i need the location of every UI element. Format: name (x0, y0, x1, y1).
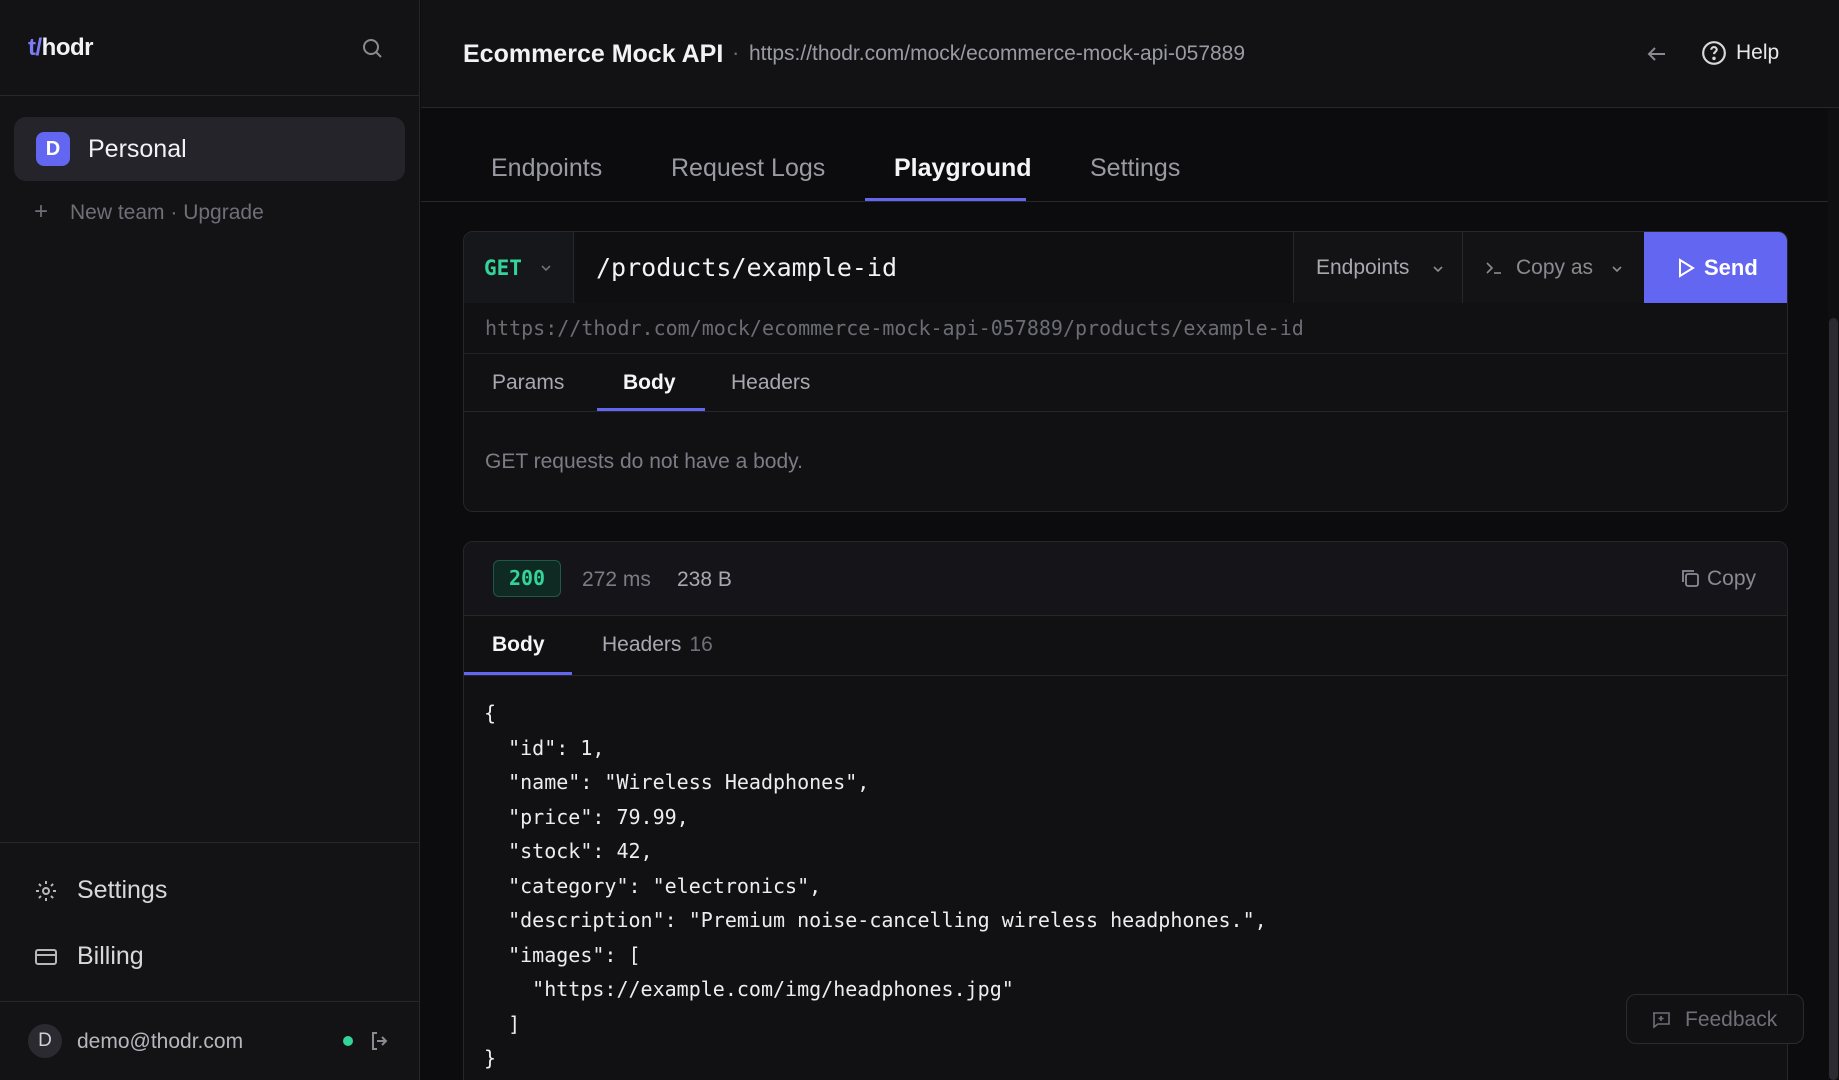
sidebar-header: t/hodr (0, 0, 419, 96)
divider (464, 411, 1787, 412)
send-button[interactable]: Send (1644, 232, 1787, 303)
help-label: Help (1736, 41, 1780, 64)
logo[interactable]: t/hodr (28, 34, 94, 62)
response-body-code: { "id": 1, "name": "Wireless Headphones"… (484, 696, 1267, 1076)
tab-playground[interactable]: Playground (894, 154, 1032, 183)
subtab-body[interactable]: Body (623, 371, 676, 395)
terminal-icon (1486, 262, 1501, 274)
copy-as-dropdown[interactable]: Copy as (1462, 232, 1644, 303)
team-selector[interactable]: D Personal (14, 117, 405, 181)
page-header: Ecommerce Mock API · https://thodr.com/m… (421, 0, 1839, 108)
new-team-label: New team · Upgrade (70, 201, 264, 224)
team-avatar: D (36, 132, 70, 166)
feedback-label: Feedback (1685, 1008, 1778, 1031)
response-tab-body[interactable]: Body (492, 633, 545, 657)
sidebar-item-label: Billing (77, 942, 144, 970)
scrollbar-thumb[interactable] (1829, 318, 1838, 1080)
credit-card-icon (35, 949, 57, 965)
status-badge: 200 (493, 560, 561, 597)
request-panel: GET Endpoints Copy as Send https://thodr… (463, 231, 1788, 512)
help-button[interactable]: Help (1701, 40, 1779, 71)
sidebar-divider (0, 1001, 420, 1002)
chevron-down-icon (1612, 266, 1622, 273)
copy-response-button[interactable]: Copy (1679, 567, 1756, 594)
sidebar-item-label: Settings (77, 876, 168, 904)
plus-icon: + (34, 198, 49, 225)
tab-settings[interactable]: Settings (1090, 154, 1180, 183)
copy-label: Copy (1707, 567, 1757, 590)
code-line: "name": "Wireless Headphones", (484, 770, 870, 794)
code-line: "https://example.com/img/headphones.jpg" (484, 977, 1014, 1001)
resolved-url: https://thodr.com/mock/ecommerce-mock-ap… (485, 316, 1304, 340)
divider (464, 675, 1787, 676)
code-line: "category": "electronics", (484, 873, 822, 898)
team-name: Personal (88, 135, 187, 163)
response-header: 200 272 ms 238 B Copy (464, 542, 1787, 616)
endpoints-label: Endpoints (1316, 256, 1410, 279)
divider (464, 353, 1787, 354)
main-content: Ecommerce Mock API · https://thodr.com/m… (421, 0, 1839, 1080)
play-icon (1679, 258, 1695, 278)
code-line: "stock": 42, (484, 839, 653, 863)
help-circle-icon (1702, 41, 1726, 65)
new-team-link[interactable]: + New team · Upgrade (34, 198, 264, 226)
code-line: "price": 79.99, (484, 804, 689, 829)
tab-endpoints[interactable]: Endpoints (491, 154, 602, 183)
message-square-icon (1653, 1012, 1670, 1029)
request-bar: GET Endpoints Copy as Send (464, 232, 1787, 303)
main-tabs: Endpoints Request Logs Playground Settin… (421, 109, 1839, 202)
request-path-input[interactable] (575, 232, 1293, 303)
copy-icon (1682, 570, 1699, 587)
response-tab-headers-label: Headers (602, 633, 682, 656)
code-line: { (484, 701, 497, 725)
arrow-left-icon[interactable] (1645, 42, 1669, 66)
code-line: "id": 1, (484, 735, 605, 760)
copy-as-label: Copy as (1516, 256, 1594, 279)
code-line: "description": "Premium noise-cancelling… (484, 908, 1267, 932)
active-tab-indicator (865, 198, 1026, 201)
mock-base-url: https://thodr.com/mock/ecommerce-mock-ap… (749, 42, 1246, 65)
response-panel: 200 272 ms 238 B Copy Body Headers 16 { "… (463, 541, 1788, 1080)
chevron-down-icon (541, 265, 551, 272)
subtab-params[interactable]: Params (492, 371, 564, 395)
logo-suffix: hodr (41, 34, 94, 61)
empty-body-message: GET requests do not have a body. (485, 450, 803, 473)
page-title: Ecommerce Mock API (463, 40, 724, 68)
logo-prefix: t/ (28, 34, 42, 61)
method-label: GET (484, 256, 522, 280)
code-line: } (484, 1046, 497, 1070)
tab-request-logs[interactable]: Request Logs (671, 154, 825, 183)
avatar[interactable]: D (28, 1024, 62, 1058)
search-icon[interactable] (360, 36, 384, 60)
send-label: Send (1704, 255, 1758, 280)
response-tab-headers[interactable]: Headers 16 (602, 633, 713, 657)
response-time: 272 ms (582, 568, 651, 591)
endpoints-dropdown[interactable]: Endpoints (1293, 232, 1462, 303)
gear-icon (36, 881, 56, 901)
response-size: 238 B (677, 568, 732, 591)
code-line: ] (484, 1011, 521, 1036)
feedback-button[interactable]: Feedback (1626, 994, 1804, 1044)
chevron-down-icon (1433, 266, 1443, 273)
sidebar: t/hodr D Personal + New team · Upgrade Se… (0, 0, 420, 1080)
code-line: "images": [ (484, 942, 641, 967)
title-separator: · (732, 40, 740, 65)
user-email: demo@thodr.com (77, 1030, 244, 1053)
headers-count: 16 (689, 633, 713, 656)
sidebar-divider (0, 842, 420, 843)
online-status-dot (343, 1036, 353, 1046)
subtab-headers[interactable]: Headers (731, 371, 810, 395)
method-select[interactable]: GET (464, 232, 574, 303)
logout-icon[interactable] (368, 1029, 392, 1053)
